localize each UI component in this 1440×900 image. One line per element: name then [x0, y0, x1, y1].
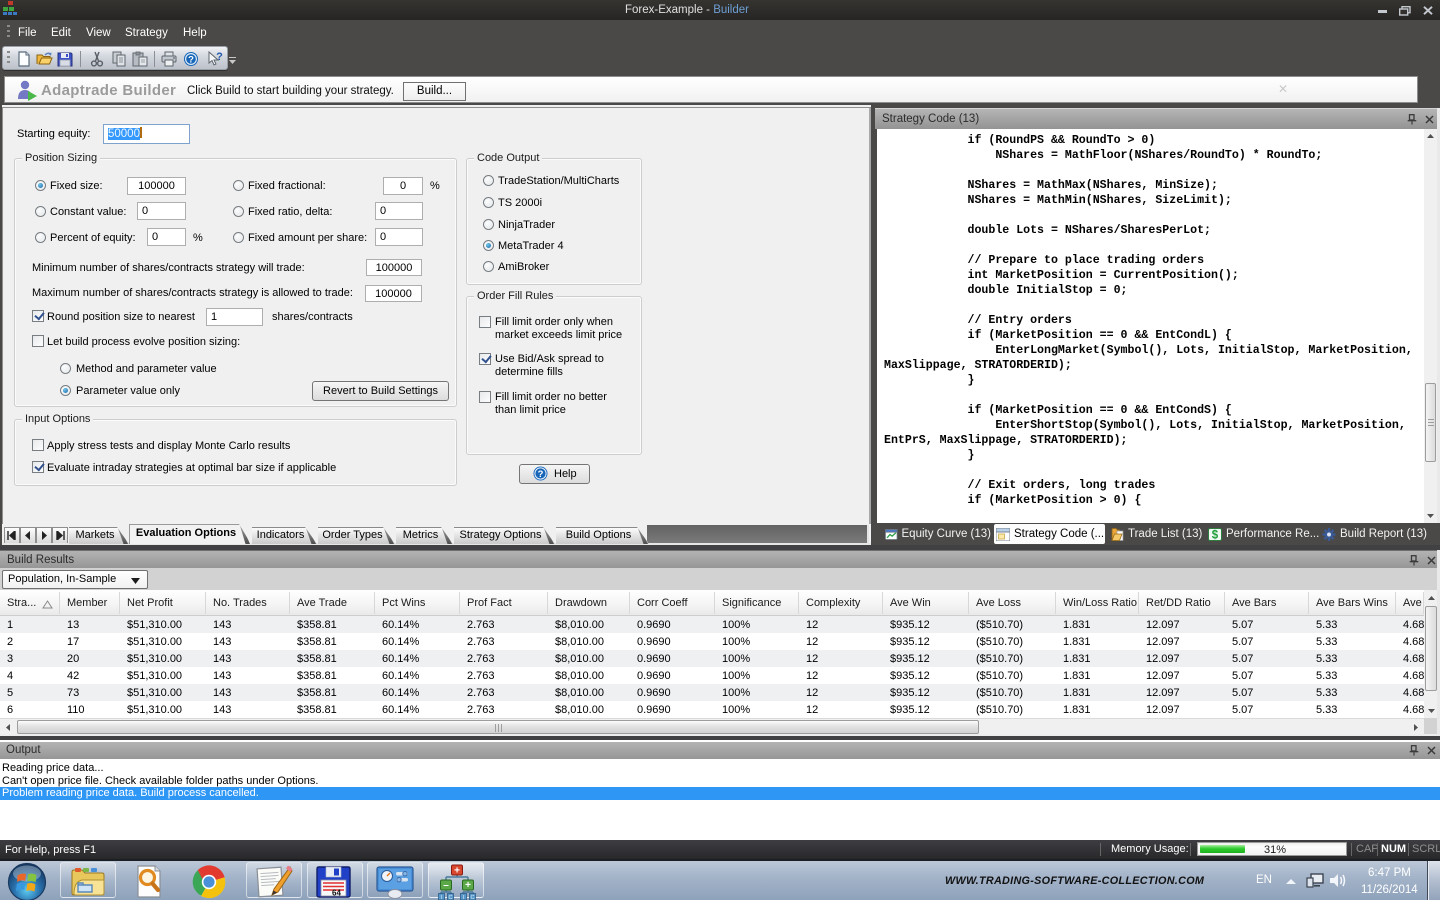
svg-text:64: 64 — [332, 889, 341, 898]
svg-text:C: C — [471, 895, 475, 900]
svg-text:–: – — [443, 880, 449, 891]
svg-text:?: ? — [188, 55, 194, 66]
svg-text:C: C — [449, 895, 453, 900]
svg-text:+: + — [454, 866, 460, 877]
svg-text:?: ? — [538, 469, 544, 480]
svg-text:$: $ — [1212, 529, 1219, 541]
svg-text:?: ? — [216, 51, 223, 63]
svg-text:+: + — [465, 880, 471, 891]
